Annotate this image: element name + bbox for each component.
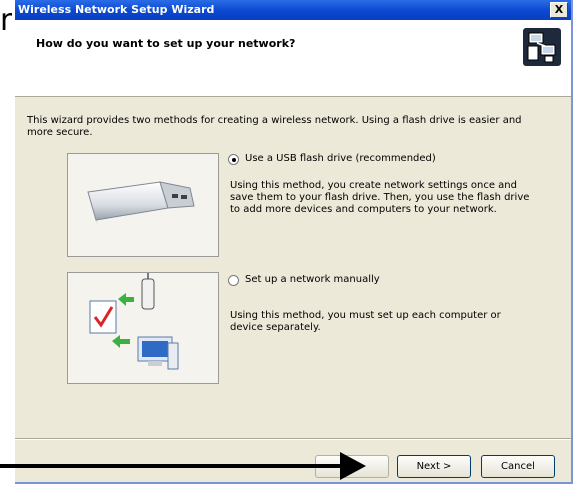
title-bar: Wireless Network Setup Wizard X [15,0,571,20]
manual-illustration [67,272,219,384]
wizard-header: How do you want to set up your network? [15,20,571,97]
manual-option-label[interactable]: Set up a network manually [245,274,380,285]
usb-description: Using this method, you create network se… [230,180,530,215]
page-edge-text: n [0,4,12,38]
pointer-arrow [0,452,366,480]
close-button[interactable]: X [550,2,568,18]
manual-description: Using this method, you must set up each … [230,310,501,333]
network-computers-icon [523,28,561,66]
wizard-window: Wireless Network Setup Wizard X How do y… [15,0,573,484]
usb-illustration [67,153,219,257]
manual-radio[interactable] [228,275,239,286]
manual-setup-icon [89,273,179,370]
page-title: How do you want to set up your network? [36,37,296,50]
intro-text: This wizard provides two methods for cre… [27,115,522,138]
usb-flash-drive-icon [87,181,195,226]
button-separator [15,438,571,440]
usb-option-label[interactable]: Use a USB flash drive (recommended) [245,153,436,164]
window-title: Wireless Network Setup Wizard [18,3,215,16]
usb-radio[interactable] [228,154,239,165]
